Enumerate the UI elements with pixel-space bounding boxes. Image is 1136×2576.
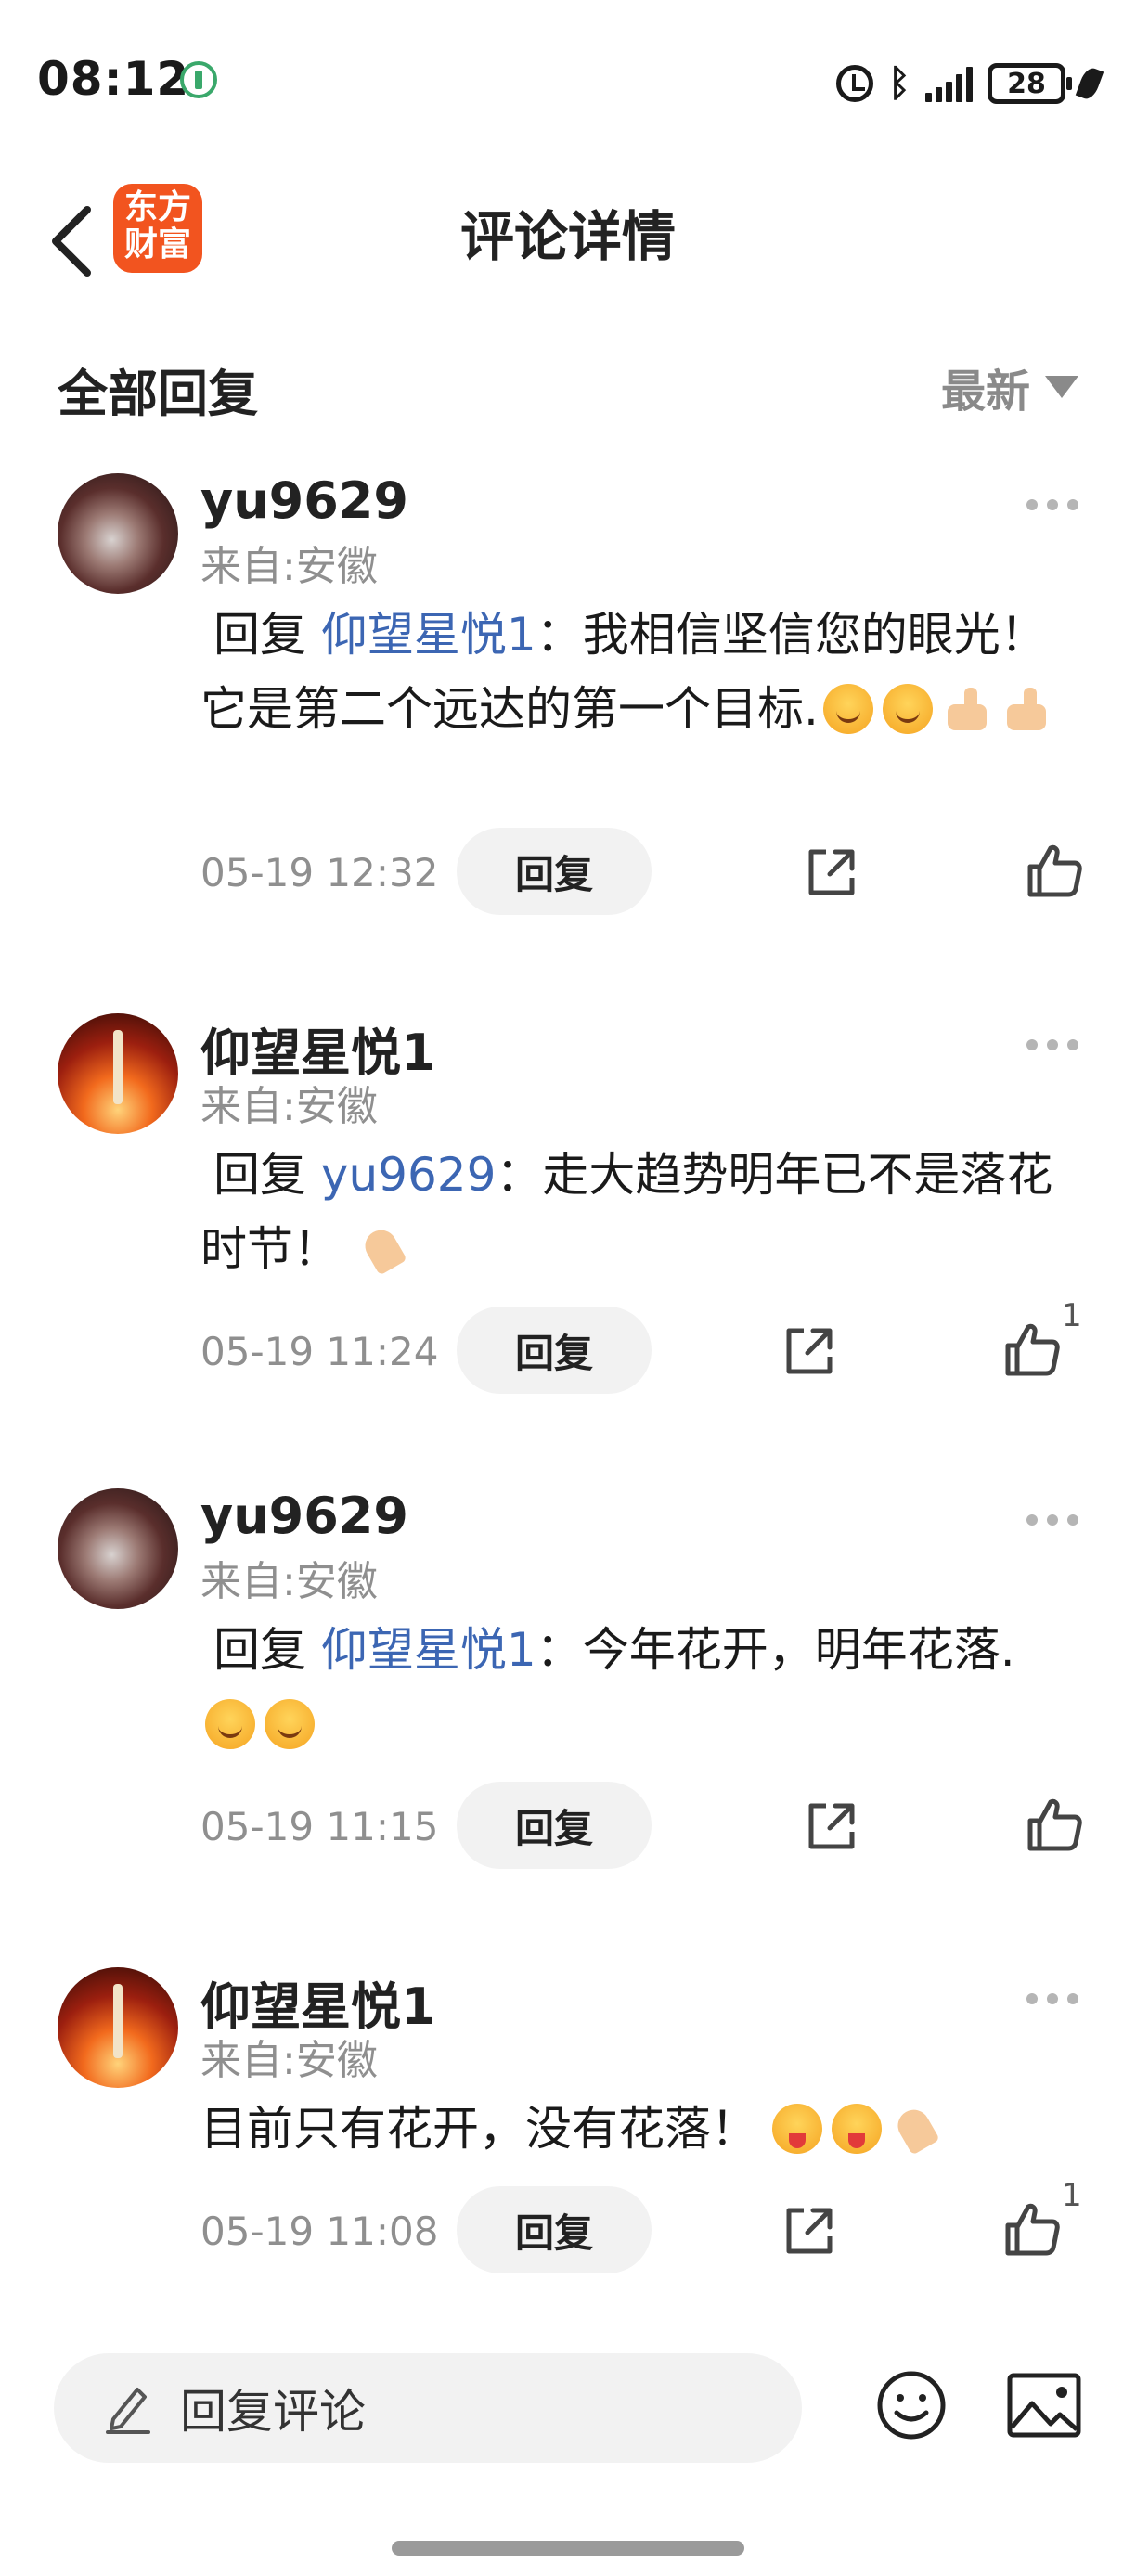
smile-emoji-icon <box>882 684 933 734</box>
reply-button[interactable]: 回复 <box>457 1307 652 1394</box>
timestamp: 05-19 11:24 <box>200 1329 439 1374</box>
reply-prefix: 回复 <box>213 608 306 662</box>
thumbs-up-icon[interactable] <box>1025 1795 1084 1854</box>
mention-link[interactable]: 仰望星悦1 <box>321 608 536 662</box>
thumbs-up-icon[interactable] <box>1002 1320 1062 1379</box>
comment-meta-row: 05-19 11:15 回复 <box>0 1782 1136 1871</box>
notification-app-icon <box>180 61 217 98</box>
like-count: 1 <box>1062 1297 1082 1334</box>
avatar[interactable] <box>58 473 178 594</box>
comment-text: 目前只有花开，没有花落！ <box>200 2092 1073 2166</box>
reply-prefix: 回复 <box>213 1623 306 1677</box>
smile-emoji-icon <box>822 684 873 734</box>
sort-dropdown[interactable]: 最新 <box>941 354 1078 419</box>
image-icon[interactable] <box>1006 2372 1082 2439</box>
reply-button[interactable]: 回复 <box>457 828 652 915</box>
comment-meta-row: 05-19 12:32 回复 <box>0 828 1136 917</box>
status-bar: 08:12 ᛒ 28 <box>0 0 1136 167</box>
reply-button[interactable]: 回复 <box>457 2186 652 2273</box>
reply-prefix: 回复 <box>213 1148 306 1202</box>
more-dots-icon[interactable] <box>1026 1514 1078 1526</box>
smile-emoji-icon <box>265 1699 315 1749</box>
location-label: 来自:安徽 <box>200 1083 378 1130</box>
thumbs-up-emoji-icon <box>1001 684 1052 734</box>
comment-text: 回复 仰望星悦1：今年花开，明年花落. <box>200 1613 1073 1761</box>
avatar[interactable] <box>58 1967 178 2088</box>
avatar[interactable] <box>58 1013 178 1134</box>
username[interactable]: yu9629 <box>200 471 408 530</box>
section-title: 全部回复 <box>58 365 258 423</box>
smile-emoji-icon <box>205 1699 255 1749</box>
comment-content: ：今年花开，明年花落. <box>536 1623 1015 1677</box>
thumbs-up-icon[interactable] <box>1002 2199 1062 2259</box>
username[interactable]: yu9629 <box>200 1487 408 1545</box>
comment-meta-row: 05-19 11:08 回复 1 <box>0 2177 1136 2275</box>
more-dots-icon[interactable] <box>1026 499 1078 510</box>
more-dots-icon[interactable] <box>1026 1993 1078 2004</box>
mention-link[interactable]: yu9629 <box>321 1148 497 1202</box>
sort-label: 最新 <box>940 366 1030 418</box>
location-label: 来自:安徽 <box>200 543 378 590</box>
timestamp: 05-19 11:15 <box>200 1804 439 1849</box>
bottom-reply-bar: 回复评论 <box>0 2348 1136 2478</box>
share-icon[interactable] <box>804 1798 859 1854</box>
home-indicator[interactable] <box>392 2541 744 2556</box>
comment-meta-row: 05-19 11:24 回复 1 <box>0 1297 1136 1396</box>
reply-placeholder: 回复评论 <box>180 2385 366 2439</box>
status-time: 08:12 <box>37 52 190 106</box>
timestamp: 05-19 12:32 <box>200 850 439 895</box>
header: 东方 财富 评论详情 <box>0 167 1136 306</box>
share-icon[interactable] <box>781 1323 837 1379</box>
bluetooth-icon: ᛒ <box>888 62 910 105</box>
mention-link[interactable]: 仰望星悦1 <box>321 1623 536 1677</box>
battery-level: 28 <box>1007 67 1046 100</box>
thumbs-up-emoji-icon <box>942 684 992 734</box>
comment-content: 目前只有花开，没有花落！ <box>200 2102 757 2156</box>
folded-hands-emoji-icon <box>891 2104 941 2154</box>
pencil-icon <box>106 2388 150 2434</box>
share-icon[interactable] <box>804 844 859 900</box>
like-count: 1 <box>1062 2177 1082 2214</box>
status-icons: ᛒ 28 <box>836 56 1104 111</box>
share-icon[interactable] <box>781 2203 837 2259</box>
reply-button[interactable]: 回复 <box>457 1782 652 1869</box>
signal-icon <box>925 65 973 102</box>
location-label: 来自:安徽 <box>200 1558 378 1605</box>
power-saving-leaf-icon <box>1075 65 1104 102</box>
thumbs-up-icon[interactable] <box>1025 841 1084 900</box>
page-title: 评论详情 <box>459 205 676 268</box>
folded-hands-emoji-icon <box>358 1224 408 1274</box>
triangle-down-icon <box>1045 376 1078 398</box>
winking-tongue-emoji-icon <box>832 2104 882 2154</box>
avatar[interactable] <box>58 1488 178 1609</box>
more-dots-icon[interactable] <box>1026 1039 1078 1050</box>
comment-text: 回复 yu9629：走大趋势明年已不是落花时节！ <box>200 1138 1073 1286</box>
battery-icon: 28 <box>988 63 1072 104</box>
reply-input[interactable]: 回复评论 <box>54 2353 802 2463</box>
location-label: 来自:安徽 <box>200 2037 378 2084</box>
alarm-icon <box>836 65 873 102</box>
smiley-icon[interactable] <box>874 2368 949 2442</box>
winking-tongue-emoji-icon <box>772 2104 822 2154</box>
timestamp: 05-19 11:08 <box>200 2209 439 2254</box>
comment-text: 回复 仰望星悦1：我相信坚信您的眼光！它是第二个远达的第一个目标. <box>200 598 1073 746</box>
